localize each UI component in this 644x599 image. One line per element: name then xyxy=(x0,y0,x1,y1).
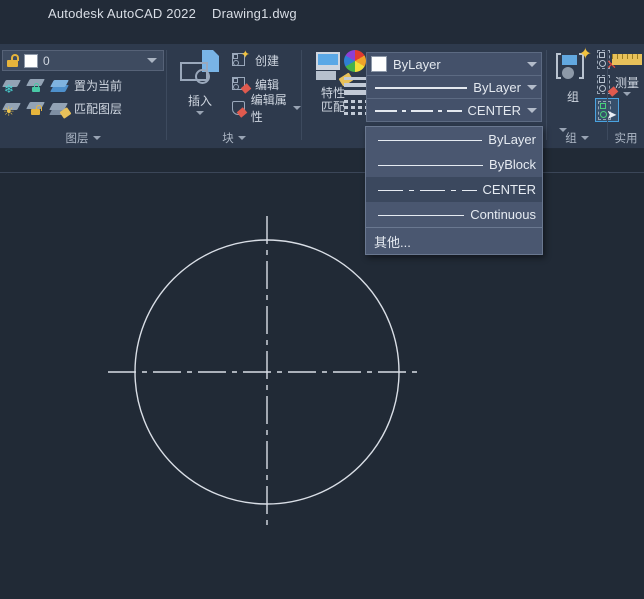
app-title: Autodesk AutoCAD 2022 xyxy=(48,5,197,21)
match-layer-icon[interactable] xyxy=(49,99,72,119)
color-wheel-icon[interactable] xyxy=(344,50,366,72)
lineweight-combo[interactable]: ByLayer xyxy=(366,75,542,99)
linetype-preview xyxy=(372,210,466,220)
lineweight-preview xyxy=(371,82,468,92)
match-properties-label-1: 特性 xyxy=(320,86,345,100)
insert-block-label: 插入 xyxy=(187,94,212,108)
ribbon-panel-group: ✦ 组 ✕ ➤ 组 xyxy=(547,44,619,148)
insert-block-icon xyxy=(178,50,222,90)
edit-block-icon xyxy=(231,75,252,94)
edit-attributes-button[interactable]: 编辑属性 xyxy=(231,93,301,124)
unlock-icon[interactable] xyxy=(7,54,19,67)
document-title[interactable]: Drawing1.dwg xyxy=(212,6,297,21)
edit-attributes-label: 编辑属性 xyxy=(250,93,287,124)
chevron-down-icon[interactable] xyxy=(196,111,204,115)
chevron-down-icon[interactable] xyxy=(527,61,537,67)
dropdown-item-center[interactable]: CENTER xyxy=(366,177,542,202)
linetype-dropdown-list[interactable]: ByLayer ByBlock CENTER Continuous 其他... xyxy=(365,126,543,255)
utilities-panel-title-text: 实用 xyxy=(614,133,638,145)
dropdown-item-continuous[interactable]: Continuous xyxy=(366,202,542,227)
group-icon: ✦ xyxy=(553,47,593,88)
chevron-down-icon[interactable] xyxy=(293,106,301,110)
chevron-down-icon[interactable] xyxy=(527,107,537,113)
create-block-icon: ✦ xyxy=(231,50,250,69)
ribbon-panel-block: 插入 ✦ 创建 编辑 编辑属性 块 xyxy=(167,44,301,148)
measure-label[interactable]: 测量 xyxy=(610,74,644,91)
set-current-label[interactable]: 置为当前 xyxy=(74,77,122,94)
block-panel-title-text: 块 xyxy=(222,133,234,145)
dropdown-item-label: ByLayer xyxy=(488,132,536,147)
match-layer-label[interactable]: 匹配图层 xyxy=(74,100,122,117)
layer-on-off-icon[interactable]: ☀ xyxy=(2,99,22,118)
chevron-down-icon[interactable] xyxy=(527,84,537,90)
layer-row-2: ☀ 匹配图层 xyxy=(0,97,122,120)
ribbon-panel-properties: 特性 匹配 xyxy=(302,44,368,148)
chevron-down-icon[interactable] xyxy=(580,136,589,140)
layer-combo-value: 0 xyxy=(43,53,50,68)
group-button[interactable]: ✦ 组 xyxy=(551,47,595,114)
dropdown-item-label: Continuous xyxy=(470,207,536,222)
utilities-panel-title[interactable]: 实用 xyxy=(608,130,644,146)
freeze-layer-icon[interactable]: ❄ xyxy=(2,76,22,95)
color-combo-value: ByLayer xyxy=(393,56,441,72)
color-combo-spacer xyxy=(447,59,521,69)
block-panel-title[interactable]: 块 xyxy=(167,130,301,146)
chevron-down-icon[interactable] xyxy=(92,136,101,140)
group-button-label: 组 xyxy=(566,90,579,104)
match-properties-label-2: 匹配 xyxy=(320,100,345,114)
ribbon: 0 ❄ 置为当前 ☀ 匹配图层 图层 插入 ✦ 创建 编辑 编辑属性 块 特性 … xyxy=(0,44,644,148)
linetype-preview xyxy=(372,185,479,195)
dropdown-item-label: ByBlock xyxy=(489,157,536,172)
linetype-combo-value: CENTER xyxy=(467,102,521,118)
dropdown-item-other[interactable]: 其他... xyxy=(366,228,542,254)
dropdown-item-bylayer[interactable]: ByLayer xyxy=(366,127,542,152)
edit-attributes-icon xyxy=(231,99,248,118)
layers-panel-title-text: 图层 xyxy=(65,133,89,145)
dropdown-item-label: CENTER xyxy=(482,182,536,197)
layers-panel-title[interactable]: 图层 xyxy=(0,130,166,146)
lineweight-combo-value: ByLayer xyxy=(473,79,521,95)
linetype-preview xyxy=(372,160,485,170)
dropdown-item-byblock[interactable]: ByBlock xyxy=(366,152,542,177)
chevron-down-icon[interactable] xyxy=(147,58,157,63)
edit-block-label: 编辑 xyxy=(255,77,280,92)
chevron-down-icon[interactable] xyxy=(623,92,631,96)
color-swatch xyxy=(371,56,387,72)
linetype-preview xyxy=(371,105,462,115)
linetype-combo[interactable]: CENTER xyxy=(366,98,542,122)
unlock-layer-icon[interactable] xyxy=(26,99,46,118)
create-block-label: 创建 xyxy=(255,53,280,68)
title-bar: Autodesk AutoCAD 2022 Drawing1.dwg xyxy=(0,0,644,26)
ribbon-panel-utilities: 测量 实用 xyxy=(608,44,644,148)
linetype-icon[interactable] xyxy=(344,100,368,118)
insert-block-button[interactable]: 插入 xyxy=(173,48,227,122)
drawing-canvas[interactable] xyxy=(0,149,644,599)
color-combo[interactable]: ByLayer xyxy=(366,52,542,76)
layer-buttons: ❄ 置为当前 ☀ 匹配图层 xyxy=(0,74,122,120)
chevron-down-icon[interactable] xyxy=(237,136,246,140)
block-buttons: ✦ 创建 编辑 编辑属性 xyxy=(231,48,301,124)
linetype-preview xyxy=(372,135,484,145)
ribbon-panel-layers: 0 ❄ 置为当前 ☀ 匹配图层 图层 xyxy=(0,44,166,148)
group-panel-title-text: 组 xyxy=(565,133,577,145)
property-combo-stack: ByLayer ByLayer CENTER xyxy=(366,52,542,122)
create-block-button[interactable]: ✦ 创建 xyxy=(231,48,301,72)
lineweight-icon[interactable] xyxy=(344,77,368,95)
ruler-icon[interactable] xyxy=(612,54,642,65)
autocad-window: Autodesk AutoCAD 2022 Drawing1.dwg 0 ❄ 置… xyxy=(0,0,644,599)
set-current-layer-icon[interactable] xyxy=(50,76,70,95)
group-panel-title[interactable]: 组 xyxy=(547,130,607,146)
drawing-entities xyxy=(108,216,420,529)
layer-color-swatch xyxy=(24,53,38,68)
lock-layer-icon[interactable] xyxy=(26,76,46,95)
layer-row-1: ❄ 置为当前 xyxy=(0,74,122,97)
layer-combo[interactable]: 0 xyxy=(2,50,164,71)
